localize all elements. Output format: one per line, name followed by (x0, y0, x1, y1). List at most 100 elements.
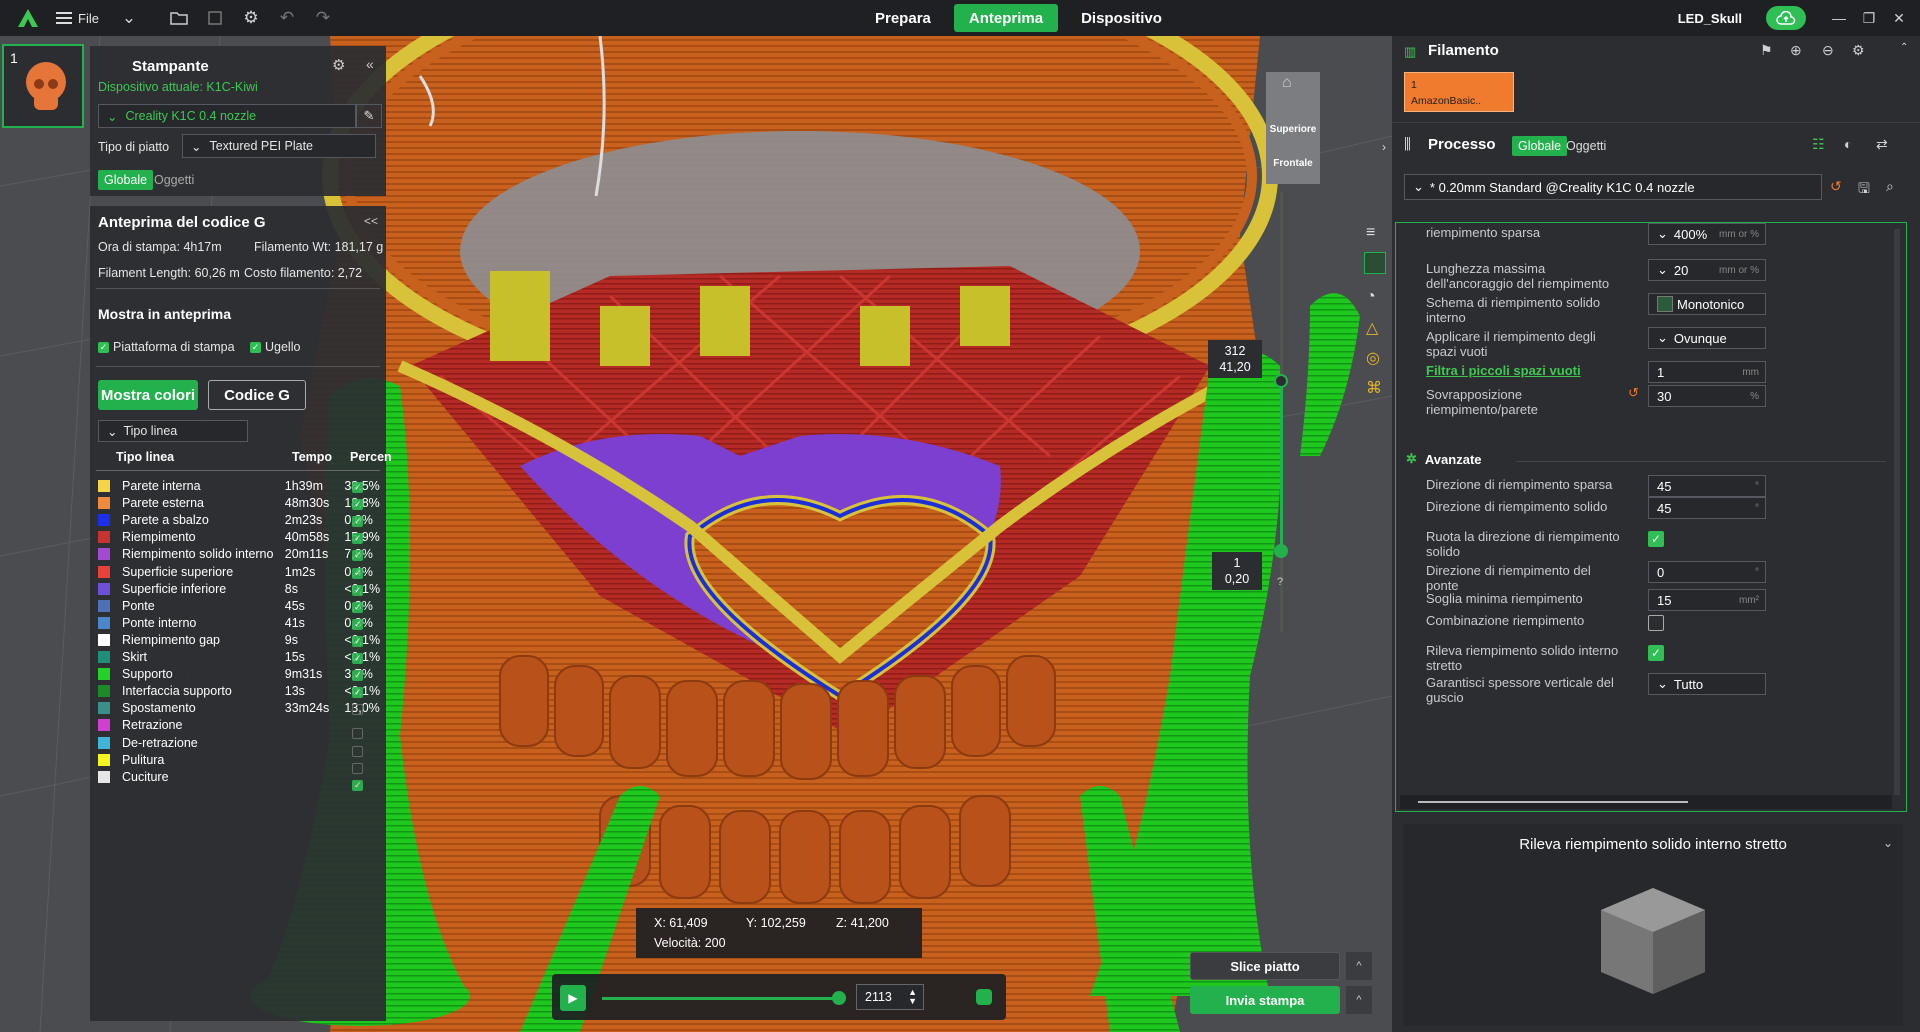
checkbox-checked-icon[interactable]: ✓ (352, 482, 364, 493)
legend-pct[interactable]: 0,3%✓ (344, 616, 386, 630)
printer-settings-icon[interactable]: ⚙ (332, 56, 345, 74)
show-platform-checkbox[interactable]: ✓ Piattaforma di stampa (98, 340, 235, 354)
stepper-arrows-icon[interactable]: ▲ ▼ (908, 988, 917, 1006)
checkbox-checked-icon[interactable]: ✓ (352, 670, 364, 682)
collapse-printer-icon[interactable]: « (366, 56, 374, 72)
checkbox-checked-icon[interactable]: ✓ (352, 779, 364, 791)
checkbox-unchecked[interactable] (1648, 615, 1664, 631)
legend-pct[interactable]: 0,3%✓ (344, 599, 386, 613)
printer-scope-global[interactable]: Globale (98, 170, 154, 190)
line-type-select[interactable]: ⌄ Tipo linea (98, 420, 248, 442)
checkbox-checked-icon[interactable]: ✓ (352, 635, 364, 647)
redo-icon[interactable]: ↷ (309, 4, 337, 32)
reset-value-icon[interactable]: ↺ (1628, 385, 1639, 401)
restore-icon[interactable]: ❐ (1854, 10, 1884, 27)
add-filament-icon[interactable]: ⊕ (1790, 42, 1802, 59)
setting-value-field[interactable]: 1 mm (1648, 361, 1766, 383)
layers-icon[interactable]: ≡ (1366, 224, 1375, 242)
minimize-icon[interactable]: — (1824, 10, 1854, 26)
filament-slot-1[interactable]: 1 AmazonBasic.. (1404, 72, 1514, 112)
horizontal-scrollbar-thumb[interactable] (1418, 801, 1688, 803)
setting-label[interactable]: Filtra i piccoli spazi vuoti (1426, 363, 1626, 378)
layer-stack-icon[interactable] (976, 989, 992, 1005)
slice-view-icon[interactable] (1364, 252, 1386, 274)
view-cube[interactable]: ⌂ Superiore Frontale (1266, 72, 1320, 184)
speed-icon[interactable]: ◔ (1366, 288, 1376, 306)
slice-plate-button[interactable]: Slice piatto (1190, 952, 1340, 980)
target-icon[interactable]: ◎ (1366, 348, 1380, 368)
swap-icon[interactable]: ⇄ (1876, 136, 1888, 153)
checkbox-checked-icon[interactable]: ✓ (352, 533, 364, 545)
search-icon[interactable]: ⌕ (1886, 178, 1894, 195)
compare-icon[interactable]: ◐ (1844, 136, 1852, 152)
legend-pct[interactable]: 15,9%✓ (344, 530, 386, 545)
legend-pct[interactable]: 7,8%✓ (344, 547, 386, 562)
legend-pct[interactable]: <0,1%✓ (344, 633, 386, 647)
checkbox-unchecked-icon[interactable] (352, 704, 364, 716)
list-view-icon[interactable]: ☷ (1812, 136, 1825, 153)
collapse-preview-icon[interactable]: ⌄ (1883, 836, 1893, 850)
setting-value-field[interactable]: 15 mm² (1648, 589, 1766, 611)
setting-value-field[interactable]: ⌄ 20 mm or % (1648, 259, 1766, 281)
setting-value-field[interactable]: 45 ° (1648, 497, 1766, 519)
setting-value-field[interactable]: 0 ° (1648, 561, 1766, 583)
legend-pct[interactable]: 0,4%✓ (344, 565, 386, 579)
setting-value-field[interactable]: ⌄ 400% mm or % (1648, 223, 1766, 245)
checkbox-checked-icon[interactable]: ✓ (352, 687, 364, 699)
process-settings-panel[interactable]: riempimento sparsa ⌄ 400% mm or % Lunghezza … (1395, 222, 1907, 812)
setting-value-field[interactable]: ⌄ Ovunque (1648, 327, 1766, 349)
layer-slider-bottom-handle[interactable] (1274, 544, 1288, 558)
setting-value-field[interactable]: Monotonico (1648, 293, 1766, 315)
legend-pct[interactable]: 38,5%✓ (344, 479, 386, 493)
filament-settings-icon[interactable]: ⚙ (1852, 42, 1865, 59)
process-preset-select[interactable]: ⌄ * 0.20mm Standard @Creality K1C 0.4 no… (1404, 174, 1822, 200)
setting-value-field[interactable]: ⌄ Tutto (1648, 673, 1766, 695)
setting-value-field[interactable]: 45 ° (1648, 475, 1766, 497)
collapse-gcode-icon[interactable]: << (364, 214, 378, 228)
move-slider-track[interactable] (602, 997, 838, 1000)
checkbox-checked-icon[interactable]: ✓ (352, 618, 364, 630)
plate-type-select[interactable]: ⌄ Textured PEI Plate (182, 134, 376, 158)
layer-slider-top-handle[interactable] (1274, 374, 1288, 388)
file-menu[interactable]: File (56, 11, 99, 26)
printer-scope-objects[interactable]: Oggetti (148, 170, 200, 190)
measure-icon[interactable]: △ (1366, 318, 1378, 338)
checkbox-checked[interactable]: ✓ (1648, 531, 1664, 547)
process-scope-objects[interactable]: Oggetti (1560, 136, 1612, 156)
show-colors-button[interactable]: Mostra colori (98, 380, 198, 410)
checkbox-checked[interactable]: ✓ (1648, 645, 1664, 661)
process-scope-global[interactable]: Globale (1512, 136, 1568, 156)
legend-pct[interactable]: 13,0% (344, 701, 386, 716)
legend-pct[interactable]: 18,8%✓ (344, 496, 386, 511)
plate-thumbnail[interactable]: 1 (2, 44, 84, 128)
undo-icon[interactable]: ↶ (273, 4, 301, 32)
reset-icon[interactable]: ↺ (1830, 178, 1842, 195)
cloud-upload-button[interactable] (1766, 6, 1806, 30)
checkbox-checked-icon[interactable]: ✓ (352, 601, 364, 613)
home-icon[interactable]: ⌂ (1282, 74, 1292, 92)
checkbox-checked-icon[interactable]: ✓ (352, 584, 364, 596)
view-cube-top[interactable]: Superiore (1266, 124, 1320, 135)
legend-pct[interactable]: 0,9%✓ (344, 513, 386, 528)
remove-filament-icon[interactable]: ⊖ (1822, 42, 1834, 59)
nozzle-select[interactable]: ⌄ Creality K1C 0.4 nozzle (98, 104, 356, 128)
play-button[interactable]: ▶ (560, 985, 586, 1011)
assembly-icon[interactable]: ⌘ (1366, 378, 1382, 398)
show-nozzle-checkbox[interactable]: ✓ Ugello (250, 340, 300, 354)
layer-slider-help[interactable]: ? (1277, 576, 1283, 588)
send-dropdown-icon[interactable]: ^ (1346, 986, 1372, 1014)
slice-dropdown-icon[interactable]: ^ (1346, 952, 1372, 980)
gear-icon[interactable]: ⚙ (237, 4, 265, 32)
legend-pct[interactable]: 3,7%✓ (344, 667, 386, 682)
advanced-section-header[interactable]: ✲ Avanzate (1406, 451, 1482, 467)
view-cube-front[interactable]: Frontale (1266, 158, 1320, 169)
checkbox-checked-icon[interactable]: ✓ (352, 516, 364, 528)
collapse-filament-icon[interactable]: ⌃ (1900, 42, 1908, 53)
move-step-input[interactable]: 2113 ▲ ▼ (856, 984, 924, 1010)
legend-row[interactable]: Cuciture ✓ (98, 767, 386, 791)
chevron-down-icon[interactable]: ⌄ (115, 4, 143, 32)
tab-anteprima[interactable]: Anteprima (953, 4, 1059, 32)
setting-value-field[interactable]: 30% (1648, 385, 1766, 407)
legend-pct[interactable]: <0,1%✓ (344, 684, 386, 699)
checkbox-checked-icon[interactable]: ✓ (352, 567, 364, 579)
